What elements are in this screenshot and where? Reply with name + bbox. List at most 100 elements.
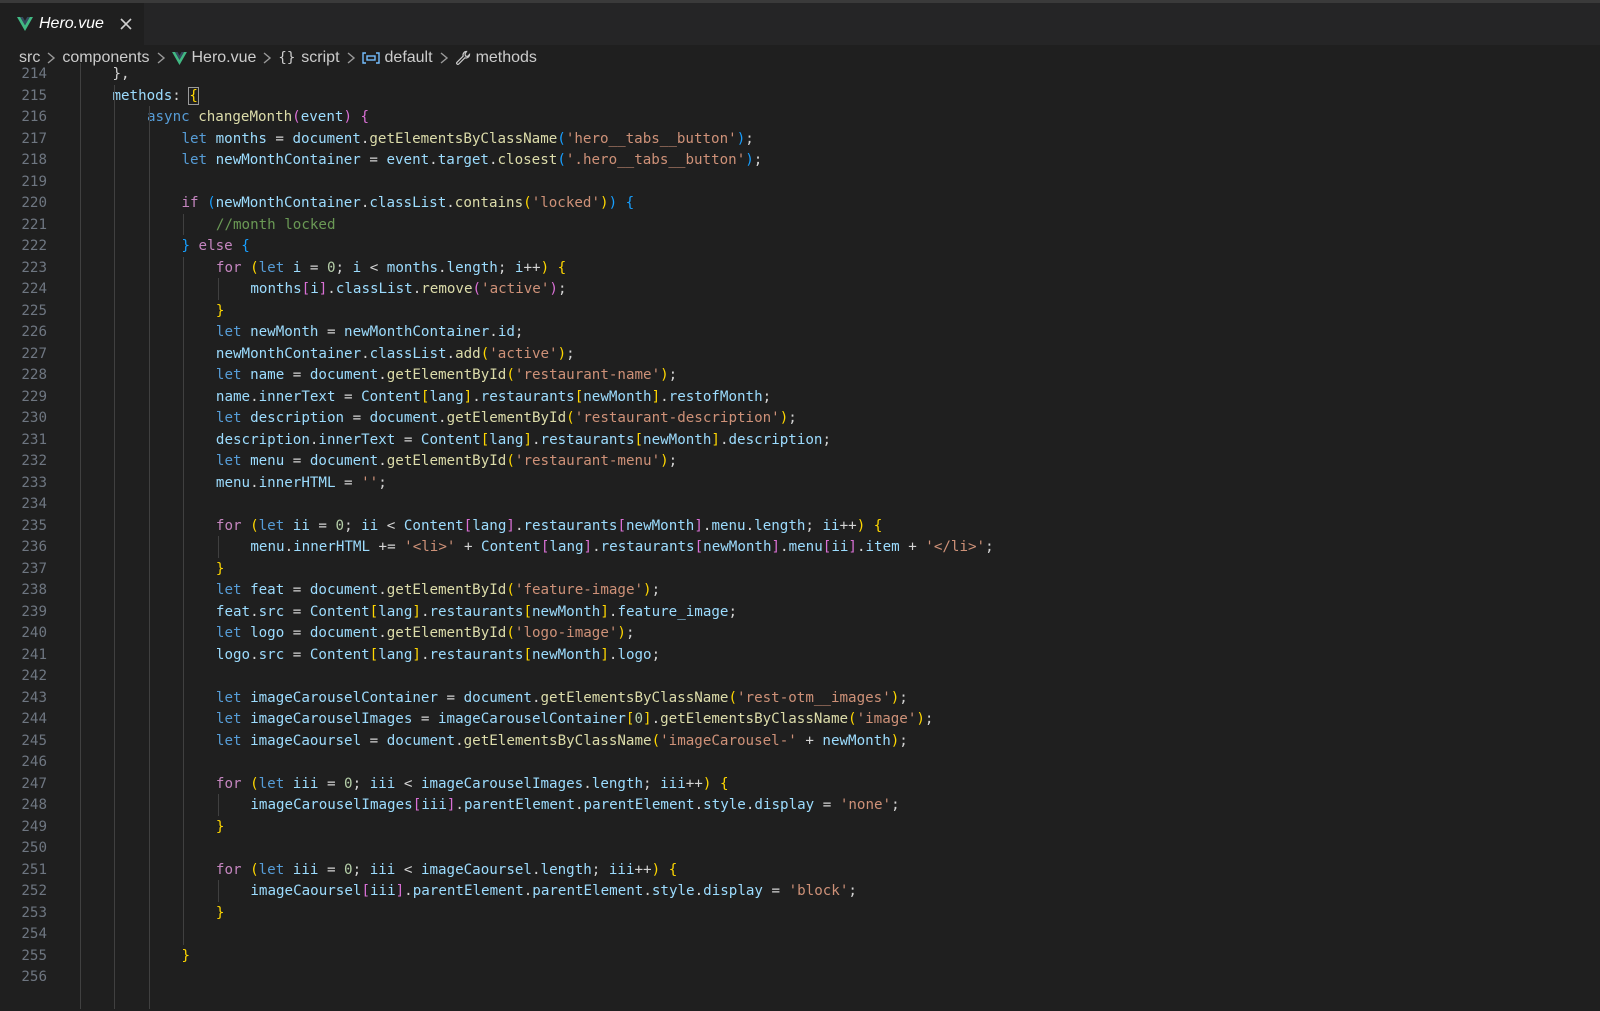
code-line[interactable]: 227 newMonthContainer.classList.add('acti… <box>0 343 1600 365</box>
code-line[interactable]: 228 let name = document.getElementById('r… <box>0 364 1600 386</box>
code-text: let feat = document.getElementById('feat… <box>215 582 661 598</box>
line-number: 237 <box>21 560 47 577</box>
code-line[interactable]: 218 let newMonthContainer = event.target.… <box>0 149 1600 171</box>
line-number: 222 <box>21 238 47 254</box>
code-line[interactable]: 252 imageCaoursel[iii].parentElement.pare… <box>0 880 1600 902</box>
tab-label: Hero.vue <box>39 15 104 32</box>
code-line[interactable]: 216 async changeMonth(event) { <box>0 106 1600 128</box>
code-line[interactable]: 253} <box>0 902 1600 924</box>
code-line[interactable]: 232 let menu = document.getElementById('r… <box>0 450 1600 472</box>
code-line[interactable]: 223 for (let i = 0; i < months.length; i+… <box>0 257 1600 279</box>
code-text: if (newMonthContainer.classList.contains… <box>181 195 635 211</box>
indent-guide <box>80 63 81 1009</box>
indent-guide <box>217 278 219 300</box>
code-line[interactable]: 224 months[i].classList.remove('active'); <box>0 278 1600 300</box>
code-line[interactable]: 230 let description = document.getElement… <box>0 407 1600 429</box>
code-line[interactable]: 245 let imageCaoursel = document.getEleme… <box>0 730 1600 752</box>
line-number: 220 <box>21 195 47 211</box>
code-area[interactable]: 214}, 215 methods: {216 async changeMonth(e… <box>0 63 1600 1011</box>
tab-hero-vue[interactable]: Hero.vue <box>0 3 144 45</box>
line-number: 216 <box>21 109 47 125</box>
line-number: 248 <box>21 797 47 813</box>
code-line[interactable]: 243 let imageCarouselContainer = document… <box>0 687 1600 709</box>
line-number: 232 <box>21 453 47 469</box>
code-line[interactable]: 225} <box>0 300 1600 322</box>
code-text: let logo = document.getElementById('logo… <box>215 625 635 641</box>
line-number: 240 <box>21 625 47 641</box>
line-number: 246 <box>21 754 47 770</box>
code-line[interactable]: 214}, <box>0 63 1600 85</box>
line-number: 254 <box>21 926 47 942</box>
code-line[interactable]: 239 feat.src = Content[lang].restaurants[… <box>0 601 1600 623</box>
code-text: let newMonthContainer = event.target.clo… <box>181 152 763 168</box>
code-text: let imageCaoursel = document.getElements… <box>215 732 908 749</box>
indent-guide <box>114 84 116 1009</box>
code-text: } <box>215 818 225 835</box>
code-line[interactable]: 241 logo.src = Content[lang].restaurants[… <box>0 644 1600 666</box>
line-number: 228 <box>21 367 47 383</box>
code-text: } <box>215 560 225 577</box>
code-line[interactable]: 231 description.innerText = Content[lang]… <box>0 429 1600 451</box>
indent-guide <box>217 794 219 816</box>
code-text: for (let iii = 0; iii < imageCarouselIma… <box>215 775 729 792</box>
code-line[interactable]: 217 let months = document.getElementsByCl… <box>0 128 1600 150</box>
code-text: description.innerText = Content[lang].re… <box>215 431 831 448</box>
code-line[interactable]: 256 <box>0 966 1600 988</box>
code-text: for (let iii = 0; iii < imageCaoursel.le… <box>215 861 678 878</box>
line-number: 227 <box>21 345 47 362</box>
code-line[interactable]: 254 <box>0 923 1600 945</box>
code-line[interactable]: 221 //month locked <box>0 214 1600 236</box>
code-text: newMonthContainer.classList.add('active'… <box>215 345 575 362</box>
code-line[interactable]: 240 let logo = document.getElementById('l… <box>0 622 1600 644</box>
code-line[interactable]: 247 for (let iii = 0; iii < imageCarousel… <box>0 773 1600 795</box>
code-line[interactable]: 250 <box>0 837 1600 859</box>
line-number: 231 <box>21 431 47 448</box>
code-text: imageCarouselImages[iii].parentElement.p… <box>250 797 900 813</box>
code-line[interactable]: 255} <box>0 945 1600 967</box>
code-line[interactable]: 248 imageCarouselImages[iii].parentElemen… <box>0 794 1600 816</box>
line-number: 215 <box>21 87 47 104</box>
line-number: 242 <box>21 668 47 684</box>
line-number: 250 <box>21 840 47 856</box>
line-number: 239 <box>21 603 47 620</box>
code-text: let newMonth = newMonthContainer.id; <box>215 324 524 340</box>
line-number: 251 <box>21 861 47 878</box>
code-line[interactable]: 234 <box>0 493 1600 515</box>
close-icon[interactable] <box>116 14 136 34</box>
code-editor[interactable]: Hero.vue src components Hero.vue {} scri… <box>0 0 1600 1011</box>
code-line[interactable]: 238 let feat = document.getElementById('f… <box>0 579 1600 601</box>
code-line[interactable]: 242 <box>0 665 1600 687</box>
code-text: //month locked <box>215 216 336 233</box>
code-text: for (let ii = 0; ii < Content[lang].rest… <box>215 517 883 534</box>
code-line[interactable]: 237} <box>0 558 1600 580</box>
code-line[interactable]: 222} else { <box>0 235 1600 257</box>
code-line[interactable]: 235 for (let ii = 0; ii < Content[lang].r… <box>0 515 1600 537</box>
line-number: 256 <box>21 969 47 985</box>
code-line[interactable]: 246 <box>0 751 1600 773</box>
code-text: imageCaoursel[iii].parentElement.parentE… <box>250 883 857 899</box>
code-text: methods: { <box>112 86 199 105</box>
code-text: } <box>215 904 225 921</box>
code-text: months[i].classList.remove('active'); <box>250 281 567 297</box>
line-number: 221 <box>21 216 47 233</box>
line-number: 233 <box>21 474 47 491</box>
line-number: 238 <box>21 582 47 598</box>
line-number: 249 <box>21 818 47 835</box>
code-text: let menu = document.getElementById('rest… <box>215 453 678 469</box>
code-line[interactable]: 233 menu.innerHTML = ''; <box>0 472 1600 494</box>
line-number: 219 <box>21 173 47 190</box>
code-text: name.innerText = Content[lang].restauran… <box>215 388 772 405</box>
code-line[interactable]: 215 methods: { <box>0 85 1600 107</box>
line-number: 241 <box>21 646 47 663</box>
code-line[interactable]: 219 <box>0 171 1600 193</box>
code-line[interactable]: 220 if (newMonthContainer.classList.conta… <box>0 192 1600 214</box>
code-line[interactable]: 226 let newMonth = newMonthContainer.id; <box>0 321 1600 343</box>
code-line[interactable]: 244 let imageCarouselImages = imageCarous… <box>0 708 1600 730</box>
code-line[interactable]: 249} <box>0 816 1600 838</box>
code-line[interactable]: 251 for (let iii = 0; iii < imageCaoursel… <box>0 859 1600 881</box>
line-number: 236 <box>21 539 47 555</box>
code-line[interactable]: 229 name.innerText = Content[lang].restau… <box>0 386 1600 408</box>
line-number: 218 <box>21 152 47 168</box>
code-line[interactable]: 236 menu.innerHTML += '<li>' + Content[la… <box>0 536 1600 558</box>
code-text: logo.src = Content[lang].restaurants[new… <box>215 646 661 663</box>
